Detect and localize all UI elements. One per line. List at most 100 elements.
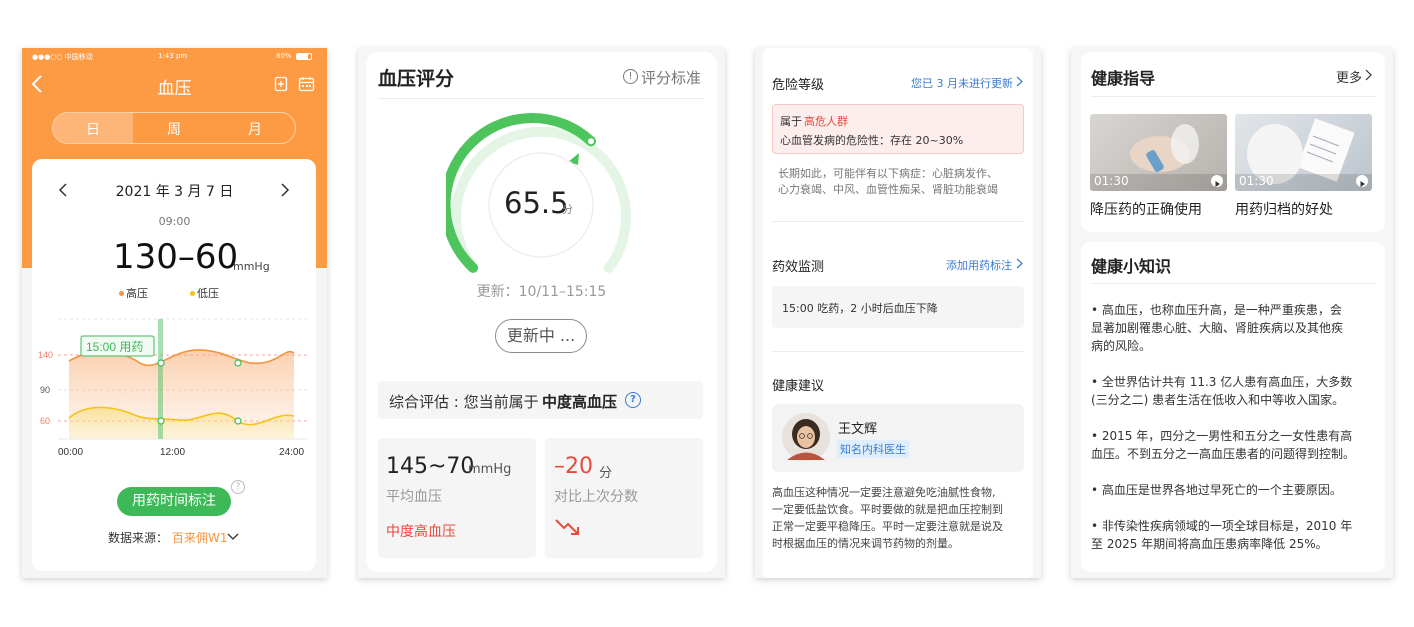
divider [772, 221, 1024, 222]
knowledge-line: • 全世界估计共有 11.3 亿人患有高血压，大多数 [1091, 375, 1353, 389]
medication-time-button[interactable]: 用药时间标注 [117, 487, 231, 516]
reading-value: 130–60 [113, 237, 239, 277]
legend-low-dot [190, 291, 195, 296]
doctor-tag: 知名内科医生 [837, 440, 909, 458]
knowledge-line: • 高血压是世界各地过早死亡的一个主要原因。 [1091, 483, 1342, 497]
bp-line-chart: 15:00 用药 140 90 60 00:00 12:00 24:00 [38, 318, 307, 458]
x-tick-2400: 24:00 [279, 447, 304, 458]
y-tick-140: 140 [38, 350, 53, 360]
play-icon[interactable] [1356, 175, 1368, 187]
tab-month[interactable]: 月 [215, 119, 295, 139]
risk-update-link[interactable]: 您已 3 月未进行更新 [911, 75, 1013, 91]
trend-down-icon [555, 519, 579, 535]
status-time: 1:43 pm [158, 52, 188, 60]
doctor-avatar [782, 413, 830, 461]
knowledge-line: 显著加剧罹患心脏、大脑、肾脏疾病以及其他疾 [1091, 321, 1344, 335]
data-point [157, 417, 165, 425]
help-icon[interactable]: ? [625, 392, 641, 408]
score-diff-unit: 分 [599, 466, 613, 481]
status-carrier: ●●●○○ 中国移动 [32, 53, 93, 61]
help-icon[interactable]: ? [231, 480, 245, 494]
info-icon[interactable]: ! [623, 69, 638, 84]
bp-daily-screen: ●●●○○ 中国移动 1:43 pm 80% 血压 日 周 月 2021 年 3… [22, 48, 327, 578]
score-value: 65.5 [504, 186, 569, 220]
y-tick-60: 60 [40, 416, 50, 426]
risk-description-line1: 长期如此，可能伴有以下病症：心脏病发作、 [778, 167, 998, 180]
legend-high-dot [119, 291, 124, 296]
status-battery: 80% [276, 52, 292, 60]
y-tick-90: 90 [40, 385, 50, 395]
knowledge-line: • 2015 年，四分之一男性和五分之一女性患有高 [1091, 429, 1353, 443]
criteria-link[interactable]: 评分标准 [641, 67, 701, 88]
data-point [234, 359, 242, 367]
update-time: 更新：10/11–15:15 [476, 284, 607, 300]
chevron-right-icon[interactable] [1016, 76, 1023, 87]
legend-high-label: 高压 [126, 287, 148, 300]
chevron-down-icon[interactable] [227, 533, 239, 541]
summary-level: 中度高血压 [542, 393, 618, 411]
chevron-right-icon[interactable] [1016, 258, 1023, 269]
divider [378, 98, 703, 99]
effect-title: 药效监测 [772, 260, 825, 275]
knowledge-title: 健康小知识 [1091, 257, 1172, 276]
risk-probability: 心血管发病的危险性：存在 20~30% [780, 134, 964, 147]
divider [772, 351, 1024, 352]
tab-day[interactable]: 日 [53, 119, 133, 139]
x-tick-1200: 12:00 [160, 447, 185, 458]
video-caption[interactable]: 降压药的正确使用 [1090, 199, 1202, 219]
video-duration: 01:30 [1094, 174, 1129, 188]
summary-prefix: 综合评估 : 您当前属于 [389, 393, 539, 411]
advice-title: 健康建议 [772, 379, 825, 394]
calendar-icon[interactable] [298, 76, 315, 92]
risk-level: 高危人群 [804, 115, 848, 128]
tab-week[interactable]: 周 [134, 119, 214, 139]
reading-time: 09:00 [158, 215, 191, 228]
score-unit: 分 [562, 203, 573, 216]
avg-bp-status: 中度高血压 [386, 524, 456, 540]
effect-text: 15:00 吃药，2 小时后血压下降 [782, 302, 938, 315]
knowledge-line: • 非传染性疾病领域的一项全球目标是，2010 年 [1091, 519, 1353, 533]
video-duration: 01:30 [1239, 174, 1274, 188]
health-guide-screen: 健康指导 更多 01:30 降压药的正确使用 01:30 用药归档的好处 健康小… [1071, 48, 1393, 578]
add-medication-link[interactable]: 添加用药标注 [946, 257, 1012, 273]
more-link[interactable]: 更多 [1336, 67, 1362, 86]
gauge-knob [586, 136, 596, 147]
updating-button[interactable]: 更新中 ... [495, 319, 587, 353]
battery-icon [296, 53, 312, 60]
add-record-icon[interactable] [274, 76, 288, 92]
risk-level-prefix: 属于 [780, 115, 802, 128]
advice-line: 正常一定要平稳降压。平时一定要注意就是说及 [772, 520, 1003, 533]
source-device[interactable]: 百来佣W1 [172, 529, 228, 546]
data-point [234, 417, 242, 425]
advice-line: 时根据血压的情况来调节药物的剂量。 [772, 537, 959, 550]
data-point [157, 359, 165, 367]
knowledge-line: 至 2025 年期间将高血压患病率降低 25%。 [1091, 537, 1328, 551]
reading-unit: mmHg [233, 260, 270, 273]
play-icon[interactable] [1211, 175, 1223, 187]
risk-title: 危险等级 [772, 78, 825, 93]
advice-line: 一定要低盐饮食。平时要做的就是把血压控制到 [772, 503, 1003, 516]
divider [1091, 283, 1375, 284]
risk-description-line2: 心力衰竭、中风、血管性痴呆、肾脏功能衰竭 [778, 183, 998, 196]
knowledge-line: 血压。不到五分之一高血压患者的问题得到控制。 [1091, 447, 1356, 461]
source-label: 数据来源： [108, 531, 169, 545]
avg-bp-value: 145~70 [386, 454, 475, 479]
video-caption[interactable]: 用药归档的好处 [1235, 199, 1333, 219]
divider [1091, 96, 1375, 97]
knowledge-line: • 高血压，也称血压升高，是一种严重疾患，会 [1091, 303, 1342, 317]
knowledge-line: 病的风险。 [1091, 339, 1152, 353]
legend-low-label: 低压 [197, 287, 219, 300]
bp-score-screen: 血压评分 ! 评分标准 65.5 分 更新：10/11–15:15 更新中 ..… [358, 48, 725, 578]
score-diff-value: –20 [554, 454, 593, 479]
avg-bp-label: 平均血压 [386, 489, 442, 505]
marker-tag-label: 15:00 用药 [86, 340, 143, 354]
chevron-right-icon[interactable] [1365, 69, 1372, 81]
x-tick-0000: 00:00 [58, 447, 83, 458]
advice-line: 高血压这种情况一定要注意避免吃油腻性食物, [772, 486, 996, 499]
knowledge-line: (三分之二) 患者生活在低收入和中等收入国家。 [1091, 393, 1345, 407]
guide-title: 健康指导 [1091, 69, 1156, 88]
risk-advice-screen: 危险等级 您已 3 月未进行更新 属于 高危人群 心血管发病的危险性：存在 20… [755, 48, 1041, 578]
score-diff-label: 对比上次分数 [554, 489, 638, 505]
avg-bp-unit: mmHg [468, 462, 512, 477]
next-day-icon[interactable] [280, 182, 290, 198]
